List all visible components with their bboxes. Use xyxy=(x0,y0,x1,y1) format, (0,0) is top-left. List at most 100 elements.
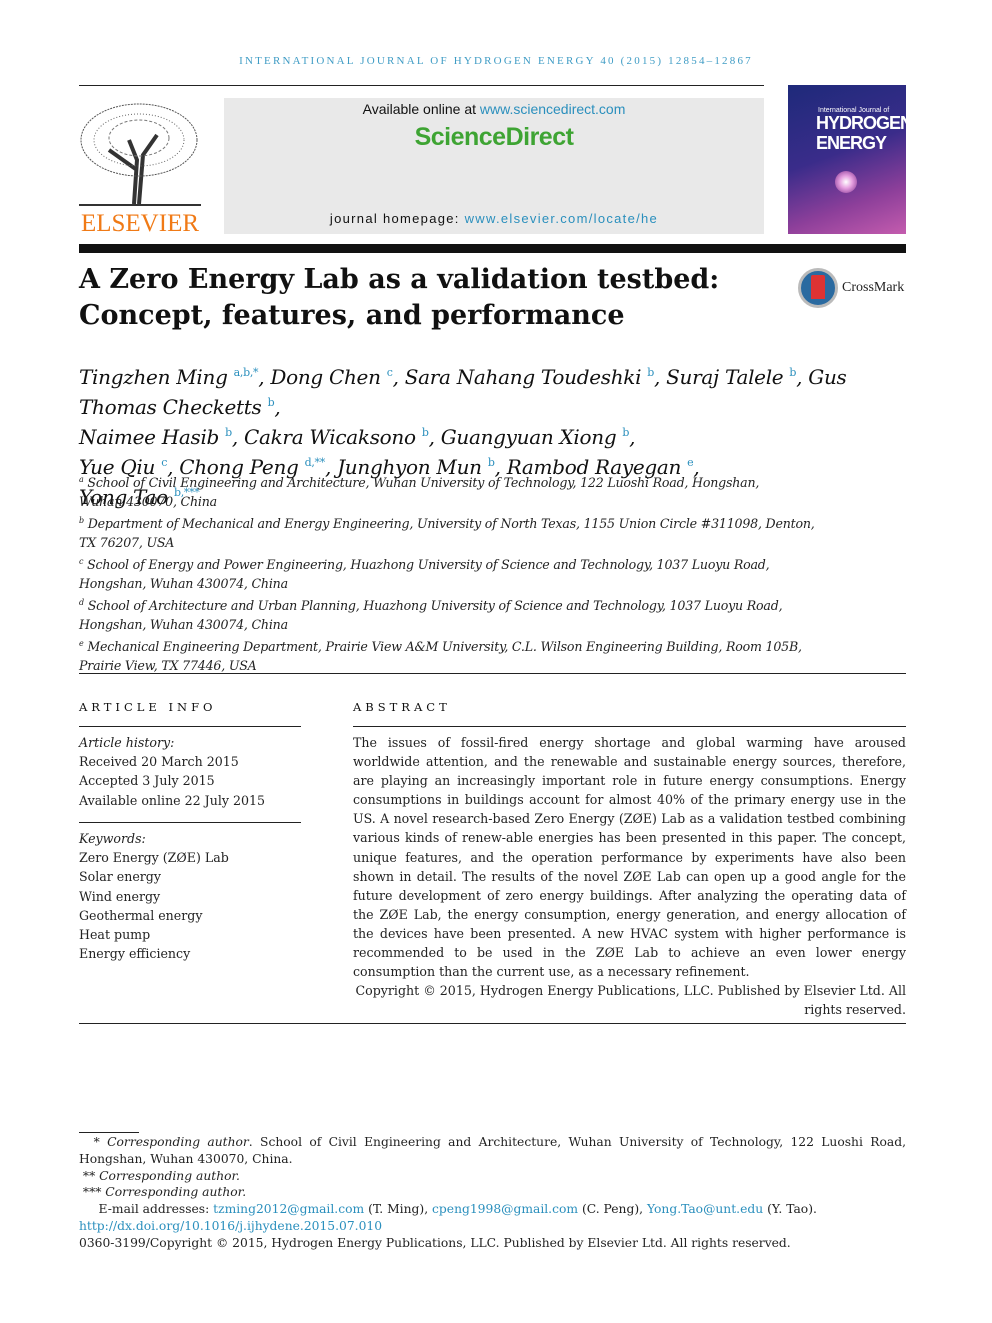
affiliation-line: Mechanical Engineering Department, Prair… xyxy=(87,639,802,654)
author: Suraj Talele b xyxy=(666,365,796,389)
email-owner: (T. Ming), xyxy=(364,1202,433,1217)
affiliation-mark: c xyxy=(79,557,84,566)
homepage-link[interactable]: www.elsevier.com/locate/he xyxy=(465,211,658,226)
author-affiliation-mark[interactable]: b xyxy=(488,456,495,469)
affiliation-mark: e xyxy=(79,639,84,648)
email-link[interactable]: cpeng1998@gmail.com xyxy=(432,1202,578,1216)
crossmark-icon xyxy=(798,268,838,308)
homepage-label: journal homepage: xyxy=(329,211,465,226)
footnote-mark: * xyxy=(93,1135,100,1149)
keywords-label: Keywords: xyxy=(79,831,146,846)
sciencedirect-logo: ScienceDirect xyxy=(414,123,574,151)
affiliation-line: Hongshan, Wuhan 430074, China xyxy=(79,617,288,632)
abstract-text: The issues of fossil-fired energy shorta… xyxy=(353,735,906,980)
divider xyxy=(79,85,764,86)
keyword: Geothermal energy xyxy=(79,907,203,923)
keyword: Wind energy xyxy=(79,888,161,904)
journal-homepage: journal homepage: www.elsevier.com/locat… xyxy=(224,211,764,226)
author: Tingzhen Ming a,b,* xyxy=(79,365,259,389)
doi-link[interactable]: http://dx.doi.org/10.1016/j.ijhydene.201… xyxy=(79,1219,382,1233)
author-affiliation-mark[interactable]: b xyxy=(647,366,654,379)
abstract-heading: ABSTRACT xyxy=(353,700,451,714)
article-history: Article history: Received 20 March 2015 … xyxy=(79,733,265,810)
affiliation: c School of Energy and Power Engineering… xyxy=(79,552,909,593)
elsevier-logo: ELSEVIER xyxy=(79,100,201,238)
crossmark-label: CrossMark xyxy=(842,280,905,295)
affiliation-line: School of Energy and Power Engineering, … xyxy=(87,557,770,572)
running-header: INTERNATIONAL JOURNAL OF HYDROGEN ENERGY… xyxy=(239,55,753,67)
footnote-mark: ** xyxy=(82,1168,96,1183)
affiliation: a School of Civil Engineering and Archit… xyxy=(79,470,909,511)
cover-title: HYDROGEN ENERGY xyxy=(816,113,906,153)
author: Sara Nahang Toudeshki b xyxy=(404,365,655,389)
divider xyxy=(79,726,301,727)
footnote-1: * Corresponding author. School of Civil … xyxy=(79,1134,906,1168)
affiliation-line: Wuhan 430070, China xyxy=(79,494,217,509)
cover-title-line: HYDROGEN xyxy=(816,113,906,133)
email-link[interactable]: tzming2012@gmail.com xyxy=(213,1202,364,1216)
affiliation-mark: d xyxy=(79,598,84,607)
header-rule xyxy=(79,244,906,253)
cover-orb xyxy=(835,171,857,193)
history-item: Available online 22 July 2015 xyxy=(79,792,266,808)
footnote-label: Corresponding author. xyxy=(105,1185,247,1200)
affiliation-mark: a xyxy=(79,475,84,484)
author: Cakra Wicaksono b xyxy=(244,425,429,449)
divider xyxy=(353,726,906,727)
author-affiliation-mark[interactable]: c xyxy=(387,366,393,379)
author-name: Sara Nahang Toudeshki xyxy=(404,365,642,389)
author-name: Dong Chen xyxy=(270,365,381,389)
author-affiliation-mark[interactable]: b xyxy=(622,426,629,439)
history-label: Article history: xyxy=(79,735,175,750)
affiliation: e Mechanical Engineering Department, Pra… xyxy=(79,634,909,675)
keyword: Energy efficiency xyxy=(79,946,191,962)
journal-cover: International Journal of HYDROGEN ENERGY xyxy=(788,85,906,234)
affiliation-line: TX 76207, USA xyxy=(79,535,175,550)
author-affiliation-mark[interactable]: b xyxy=(225,426,232,439)
keyword: Solar energy xyxy=(79,869,161,885)
keyword: Heat pump xyxy=(79,927,151,943)
divider xyxy=(79,1023,906,1024)
footnote-label: Corresponding author xyxy=(107,1135,249,1149)
crossmark-button[interactable]: CrossMark xyxy=(798,268,904,308)
author-name: Naimee Hasib xyxy=(79,425,220,449)
author: Naimee Hasib b xyxy=(79,425,232,449)
author-name: Guangyuan Xiong xyxy=(440,425,617,449)
author-affiliation-mark[interactable]: d,** xyxy=(305,456,326,469)
email-owner: (Y. Tao). xyxy=(763,1202,817,1217)
affiliation-line: School of Architecture and Urban Plannin… xyxy=(87,598,783,613)
footnote-mark: *** xyxy=(82,1185,102,1200)
author-affiliation-mark[interactable]: b xyxy=(789,366,796,379)
author-affiliation-mark[interactable]: a,b,* xyxy=(234,366,259,379)
author-name: Cakra Wicaksono xyxy=(243,425,416,449)
author-affiliation-mark[interactable]: e xyxy=(687,456,694,469)
affiliation-line: Department of Mechanical and Energy Engi… xyxy=(87,516,815,531)
footnote-rule xyxy=(79,1132,139,1133)
article-title: A Zero Energy Lab as a validation testbe… xyxy=(79,264,720,331)
tree-icon xyxy=(79,103,201,206)
divider xyxy=(79,673,906,674)
sciencedirect-banner: Available online at www.sciencedirect.co… xyxy=(224,98,764,234)
divider xyxy=(79,822,301,823)
elsevier-wordmark: ELSEVIER xyxy=(80,210,200,237)
email-label: E-mail addresses: xyxy=(98,1202,214,1217)
author-affiliation-mark[interactable]: c xyxy=(161,456,167,469)
email-link[interactable]: Yong.Tao@unt.edu xyxy=(647,1202,763,1216)
affiliation: d School of Architecture and Urban Plann… xyxy=(79,593,909,634)
sciencedirect-link[interactable]: www.sciencedirect.com xyxy=(480,101,626,117)
affiliation: b Department of Mechanical and Energy En… xyxy=(79,511,909,552)
history-item: Accepted 3 July 2015 xyxy=(79,773,215,789)
keywords: Keywords: Zero Energy (ZØE) Lab Solar en… xyxy=(79,829,229,963)
footnote-2: ** Corresponding author. xyxy=(79,1168,906,1185)
affiliation-line: Hongshan, Wuhan 430074, China xyxy=(79,576,288,591)
abstract: The issues of fossil-fired energy shorta… xyxy=(353,733,906,1019)
author-affiliation-mark[interactable]: b xyxy=(268,396,275,409)
available-online: Available online at www.sciencedirect.co… xyxy=(224,101,764,117)
issn-copyright: 0360-3199/Copyright © 2015, Hydrogen Ene… xyxy=(79,1235,791,1250)
affiliation-line: Prairie View, TX 77446, USA xyxy=(79,658,257,673)
author-affiliation-mark[interactable]: b xyxy=(422,426,429,439)
cover-title-line: ENERGY xyxy=(816,133,887,153)
affiliation-line: School of Civil Engineering and Architec… xyxy=(87,475,760,490)
article-info-heading: ARTICLE INFO xyxy=(79,700,217,714)
available-label: Available online at xyxy=(362,101,480,117)
